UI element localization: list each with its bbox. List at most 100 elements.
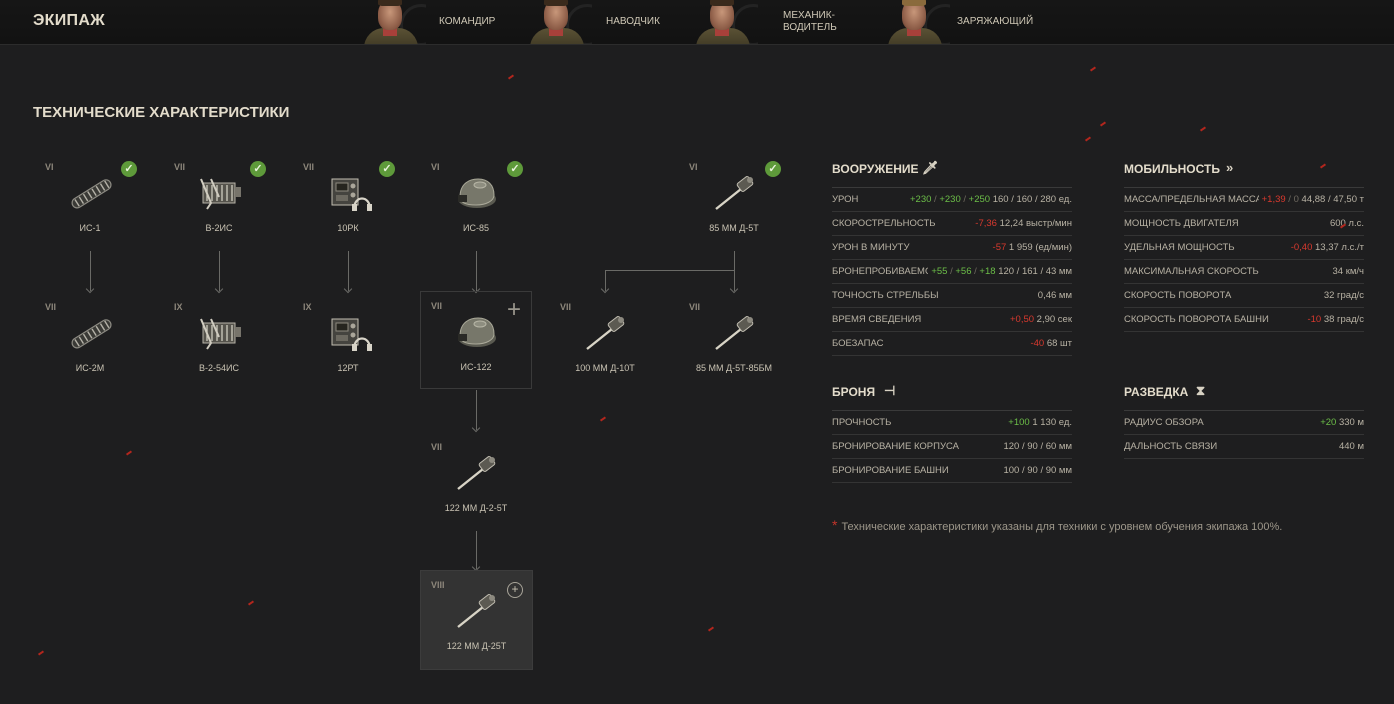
tree-arrow	[476, 531, 477, 569]
gun-icon	[454, 453, 500, 493]
module-gun-d10t[interactable]: VII 100 ММ Д-10Т	[550, 293, 660, 389]
module-name: 85 ММ Д-5Т-85БМ	[695, 363, 772, 373]
tier-label: VII	[689, 302, 701, 312]
asterisk-icon: *	[832, 517, 838, 533]
crew-driver[interactable]: МЕХАНИК- ВОДИТЕЛЬ	[688, 0, 848, 44]
turret-icon	[454, 173, 500, 213]
radio-icon	[326, 173, 372, 213]
mobility-group: МОБИЛЬНОСТЬ » МАССА/ПРЕДЕЛЬНАЯ МАССА +1,…	[1124, 160, 1364, 332]
gun-icon	[712, 173, 758, 213]
module-turret-is85[interactable]: VI ✓ ИС-85	[421, 153, 531, 249]
footnote: * Технические характеристики указаны для …	[832, 517, 1282, 533]
module-gun-d5t85bm[interactable]: VII 85 ММ Д-5Т-85БМ	[679, 293, 789, 389]
ember-decoration	[1089, 66, 1097, 72]
tracks-icon	[68, 173, 114, 213]
ember-decoration	[1099, 121, 1107, 127]
module-tracks-is2m[interactable]: VII ИС-2М	[35, 293, 145, 389]
recon-title: РАЗВЕДКА	[1124, 385, 1189, 399]
tier-label: VII	[303, 162, 315, 172]
tree-arrow	[219, 251, 220, 291]
tier-label: VII	[431, 442, 443, 452]
double-chevron-icon: »	[1226, 160, 1234, 175]
stat-row-aim-time: ВРЕМЯ СВЕДЕНИЯ +0,50 2,90 сек	[832, 308, 1072, 332]
module-name: 85 ММ Д-5Т	[709, 223, 759, 233]
plus-circle-icon[interactable]: +	[507, 582, 523, 598]
ember-decoration	[1199, 126, 1207, 132]
armament-heading: ВООРУЖЕНИЕ 🗡	[832, 160, 1072, 188]
binoculars-icon: ⧗	[1196, 383, 1206, 398]
gun-icon	[454, 591, 500, 631]
module-turret-is122[interactable]: VII + ИС-122	[420, 291, 532, 389]
module-name: В-2-54ИС	[199, 363, 239, 373]
researched-check-icon: ✓	[507, 161, 523, 177]
stat-row-hp: ПРОЧНОСТЬ +100 1 130 ед.	[832, 411, 1072, 435]
module-name: 122 ММ Д-25Т	[446, 641, 507, 651]
engine-icon	[197, 313, 243, 353]
stat-row-engine-power: МОЩНОСТЬ ДВИГАТЕЛЯ 600 л.с.	[1124, 212, 1364, 236]
driver-portrait	[688, 0, 758, 44]
ember-decoration	[1084, 136, 1092, 142]
module-gun-d25t-122[interactable]: VII 122 ММ Д-2-5Т	[421, 433, 531, 529]
module-radio-10rk[interactable]: VII ✓ 10РК	[293, 153, 403, 249]
armor-group: БРОНЯ ⊣ ПРОЧНОСТЬ +100 1 130 ед. БРОНИРО…	[832, 383, 1072, 483]
tracks-icon	[68, 313, 114, 353]
module-radio-12rt[interactable]: IX 12РТ	[293, 293, 403, 389]
researched-check-icon: ✓	[379, 161, 395, 177]
tier-label: VII	[174, 162, 186, 172]
stat-row-signal-range: ДАЛЬНОСТЬ СВЯЗИ 440 м	[1124, 435, 1364, 459]
tier-label: VII	[45, 302, 57, 312]
module-engine-v2is[interactable]: VII ✓ В-2ИС	[164, 153, 274, 249]
armament-group: ВООРУЖЕНИЕ 🗡 УРОН +230 / +230 / +250 160…	[832, 160, 1072, 356]
mobility-title: МОБИЛЬНОСТЬ	[1124, 162, 1220, 176]
recon-group: РАЗВЕДКА ⧗ РАДИУС ОБЗОРА +20 330 м ДАЛЬН…	[1124, 383, 1364, 459]
armor-title: БРОНЯ	[832, 385, 876, 399]
module-gun-d5t[interactable]: VI ✓ 85 ММ Д-5Т	[679, 153, 789, 249]
crew-gunner[interactable]: НАВОДЧИК	[522, 0, 672, 44]
tech-title: ТЕХНИЧЕСКИЕ ХАРАКТЕРИСТИКИ	[33, 104, 290, 121]
ember-decoration	[125, 450, 133, 456]
module-name: 100 ММ Д-10Т	[575, 363, 635, 373]
stat-row-turret-traverse: СКОРОСТЬ ПОВОРОТА БАШНИ -10 38 град/с	[1124, 308, 1364, 332]
tier-label: VII	[431, 301, 443, 311]
stat-row-penetration: БРОНЕПРОБИВАЕМОСТЬ +55 / +56 / +18 120 /…	[832, 260, 1072, 284]
gun-icon	[712, 313, 758, 353]
module-engine-v254is[interactable]: IX В-2-54ИС	[164, 293, 274, 389]
tree-arrow	[734, 251, 735, 291]
plus-icon[interactable]: +	[507, 298, 521, 322]
tier-label: VI	[689, 162, 698, 172]
crew-commander[interactable]: КОМАНДИР	[356, 0, 506, 44]
commander-portrait	[356, 0, 426, 44]
ember-decoration	[37, 650, 45, 656]
module-name: ИС-2М	[75, 363, 105, 373]
loader-portrait	[880, 0, 950, 44]
module-tracks-is1[interactable]: VI ✓ ИС-1	[35, 153, 145, 249]
gun-icon	[583, 313, 629, 353]
tree-arrow	[476, 390, 477, 430]
tree-arrow	[348, 251, 349, 291]
stat-row-accuracy: ТОЧНОСТЬ СТРЕЛЬБЫ 0,46 мм	[832, 284, 1072, 308]
crew-label-loader: ЗАРЯЖАЮЩИЙ	[957, 16, 1034, 27]
stat-row-ammo: БОЕЗАПАС -40 68 шт	[832, 332, 1072, 356]
ember-decoration	[247, 600, 255, 606]
researched-check-icon: ✓	[765, 161, 781, 177]
sword-icon: 🗡	[922, 160, 939, 175]
module-name: ИС-1	[79, 223, 101, 233]
tier-label: VIII	[431, 580, 445, 590]
armor-icon: ⊣	[884, 383, 896, 398]
module-name: 12РТ	[337, 363, 359, 373]
researched-check-icon: ✓	[250, 161, 266, 177]
footnote-text: Технические характеристики указаны для т…	[841, 521, 1283, 533]
tier-label: VII	[560, 302, 572, 312]
stat-row-dpm: УРОН В МИНУТУ -57 1 959 (ед/мин)	[832, 236, 1072, 260]
crew-label-driver: МЕХАНИК- ВОДИТЕЛЬ	[783, 10, 837, 33]
crew-loader[interactable]: ЗАРЯЖАЮЩИЙ	[880, 0, 1050, 44]
crew-bar: ЭКИПАЖ КОМАНДИР НАВОДЧИК МЕХАНИК- ВОДИТЕ…	[0, 0, 1394, 45]
stat-row-turret-armor: БРОНИРОВАНИЕ БАШНИ 100 / 90 / 90 мм	[832, 459, 1072, 483]
stat-row-traverse: СКОРОСТЬ ПОВОРОТА 32 град/с	[1124, 284, 1364, 308]
ember-decoration	[507, 74, 515, 80]
stat-row-specific-power: УДЕЛЬНАЯ МОЩНОСТЬ -0,40 13,37 л.с./т	[1124, 236, 1364, 260]
tree-connector	[605, 270, 735, 271]
module-gun-d25t[interactable]: VIII + 122 ММ Д-25Т	[420, 570, 533, 670]
module-name: 122 ММ Д-2-5Т	[444, 503, 508, 513]
armor-heading: БРОНЯ ⊣	[832, 383, 1072, 411]
